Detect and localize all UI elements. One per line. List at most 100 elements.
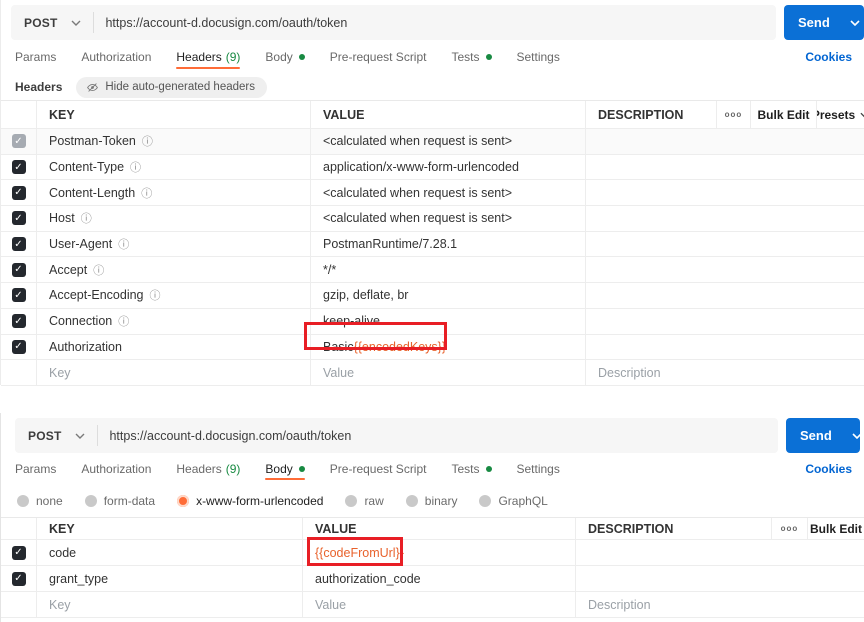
table-row-content-length: ✓ Content-Lengthⓘ <calculated when reque… [1, 180, 864, 206]
body-mode-form-data[interactable]: form-data [85, 494, 155, 508]
key-cell[interactable]: Postman-Tokenⓘ [37, 129, 311, 154]
row-checkbox[interactable]: ✓ [12, 211, 26, 225]
key-cell[interactable]: Content-Lengthⓘ [37, 180, 311, 205]
tab-headers[interactable]: Headers (9) [176, 40, 240, 74]
description-cell[interactable] [586, 257, 864, 282]
tab-settings[interactable]: Settings [517, 453, 560, 485]
description-cell[interactable] [586, 206, 864, 231]
row-checkbox[interactable]: ✓ [12, 237, 26, 251]
cookies-link[interactable]: Cookies [805, 50, 854, 64]
send-button-label: Send [784, 15, 842, 30]
url-bar[interactable]: POST https://account-d.docusign.com/oaut… [15, 418, 778, 453]
row-checkbox[interactable]: ✓ [12, 340, 26, 354]
key-cell[interactable]: code [37, 540, 303, 565]
tab-tests[interactable]: Tests [451, 453, 491, 485]
value-cell[interactable]: {{codeFromUrl}} [303, 540, 576, 565]
tab-tests-label: Tests [451, 462, 479, 476]
key-cell[interactable]: Hostⓘ [37, 206, 311, 231]
key-cell[interactable]: Acceptⓘ [37, 257, 311, 282]
row-checkbox[interactable]: ✓ [12, 186, 26, 200]
tab-prerequest-script[interactable]: Pre-request Script [330, 40, 427, 74]
value-cell[interactable]: <calculated when request is sent> [311, 129, 586, 154]
body-mode-binary[interactable]: binary [406, 494, 458, 508]
presets-dropdown[interactable]: Presets [817, 101, 864, 128]
row-checkbox[interactable]: ✓ [12, 546, 26, 560]
chevron-down-icon[interactable] [71, 20, 81, 26]
body-mode-x-www-form-urlencoded[interactable]: x-www-form-urlencoded [177, 494, 323, 508]
tab-tests[interactable]: Tests [451, 40, 491, 74]
description-cell[interactable] [586, 309, 864, 334]
chevron-down-icon[interactable] [75, 433, 85, 439]
body-mode-none[interactable]: none [17, 494, 63, 508]
send-button[interactable]: Send [786, 418, 860, 453]
description-cell[interactable] [586, 180, 864, 205]
tab-settings[interactable]: Settings [517, 40, 560, 74]
headers-count-badge: (9) [226, 462, 241, 476]
value-input[interactable]: Value [303, 592, 576, 617]
row-checkbox[interactable]: ✓ [12, 160, 26, 174]
row-checkbox[interactable]: ✓ [12, 572, 26, 586]
bulk-edit-button[interactable]: Bulk Edit [751, 101, 817, 128]
body-mode-raw[interactable]: raw [345, 494, 383, 508]
url-bar[interactable]: POST https://account-d.docusign.com/oaut… [11, 5, 776, 40]
row-checkbox[interactable]: ✓ [12, 288, 26, 302]
column-key: KEY [37, 101, 311, 128]
value-cell[interactable]: Basic {{encodedKeys}} [311, 335, 586, 360]
description-cell[interactable] [586, 232, 864, 257]
key-cell[interactable]: Accept-Encodingⓘ [37, 283, 311, 308]
row-checkbox: ✓ [12, 134, 26, 148]
body-mode-graphql[interactable]: GraphQL [479, 494, 547, 508]
value-cell[interactable]: <calculated when request is sent> [311, 206, 586, 231]
tab-prerequest-script[interactable]: Pre-request Script [330, 453, 427, 485]
description-cell[interactable] [586, 155, 864, 180]
key-input[interactable]: Key [37, 592, 303, 617]
value-input[interactable]: Value [311, 360, 586, 385]
value-cell[interactable]: keep-alive [311, 309, 586, 334]
url-input[interactable]: https://account-d.docusign.com/oauth/tok… [98, 429, 351, 443]
value-cell[interactable]: application/x-www-form-urlencoded [311, 155, 586, 180]
tab-params[interactable]: Params [15, 40, 56, 74]
info-icon: ⓘ [93, 262, 104, 278]
description-input[interactable]: Description [576, 592, 864, 617]
value-cell[interactable]: gzip, deflate, br [311, 283, 586, 308]
description-cell[interactable] [586, 283, 864, 308]
bulk-edit-button[interactable]: Bulk Edit [808, 518, 864, 539]
send-button[interactable]: Send [784, 5, 864, 40]
description-input[interactable]: Description [586, 360, 864, 385]
green-dot-icon [486, 54, 492, 60]
description-cell[interactable] [576, 566, 864, 591]
tab-headers[interactable]: Headers (9) [176, 453, 240, 485]
more-options-icon[interactable]: ooo [772, 518, 808, 539]
key-cell[interactable]: Content-Typeⓘ [37, 155, 311, 180]
method-selector[interactable]: POST [11, 16, 71, 30]
tab-authorization[interactable]: Authorization [81, 453, 151, 485]
description-cell[interactable] [576, 540, 864, 565]
value-cell[interactable]: PostmanRuntime/7.28.1 [311, 232, 586, 257]
chevron-down-icon[interactable] [842, 20, 864, 26]
description-cell[interactable] [586, 335, 864, 360]
table-row-new: Key Value Description [1, 360, 864, 386]
hide-autogenerated-headers-button[interactable]: Hide auto-generated headers [76, 77, 267, 98]
key-input[interactable]: Key [37, 360, 311, 385]
tab-body[interactable]: Body [265, 453, 304, 485]
tab-body[interactable]: Body [265, 40, 304, 74]
checkbox-cell: ✓ [1, 566, 37, 591]
value-cell[interactable]: */* [311, 257, 586, 282]
cookies-link[interactable]: Cookies [805, 462, 854, 476]
description-cell[interactable] [586, 129, 864, 154]
url-input[interactable]: https://account-d.docusign.com/oauth/tok… [94, 16, 347, 30]
tab-params[interactable]: Params [15, 453, 56, 485]
key-cell[interactable]: Connectionⓘ [37, 309, 311, 334]
value-cell[interactable]: authorization_code [303, 566, 576, 591]
value-cell[interactable]: <calculated when request is sent> [311, 180, 586, 205]
more-options-icon[interactable]: ooo [717, 101, 751, 128]
key-cell[interactable]: grant_type [37, 566, 303, 591]
row-checkbox[interactable]: ✓ [12, 314, 26, 328]
table-row-new: Key Value Description [1, 592, 864, 618]
row-checkbox[interactable]: ✓ [12, 263, 26, 277]
chevron-down-icon[interactable] [844, 433, 864, 439]
method-selector[interactable]: POST [15, 429, 75, 443]
key-cell[interactable]: Authorization [37, 335, 311, 360]
tab-authorization[interactable]: Authorization [81, 40, 151, 74]
key-cell[interactable]: User-Agentⓘ [37, 232, 311, 257]
